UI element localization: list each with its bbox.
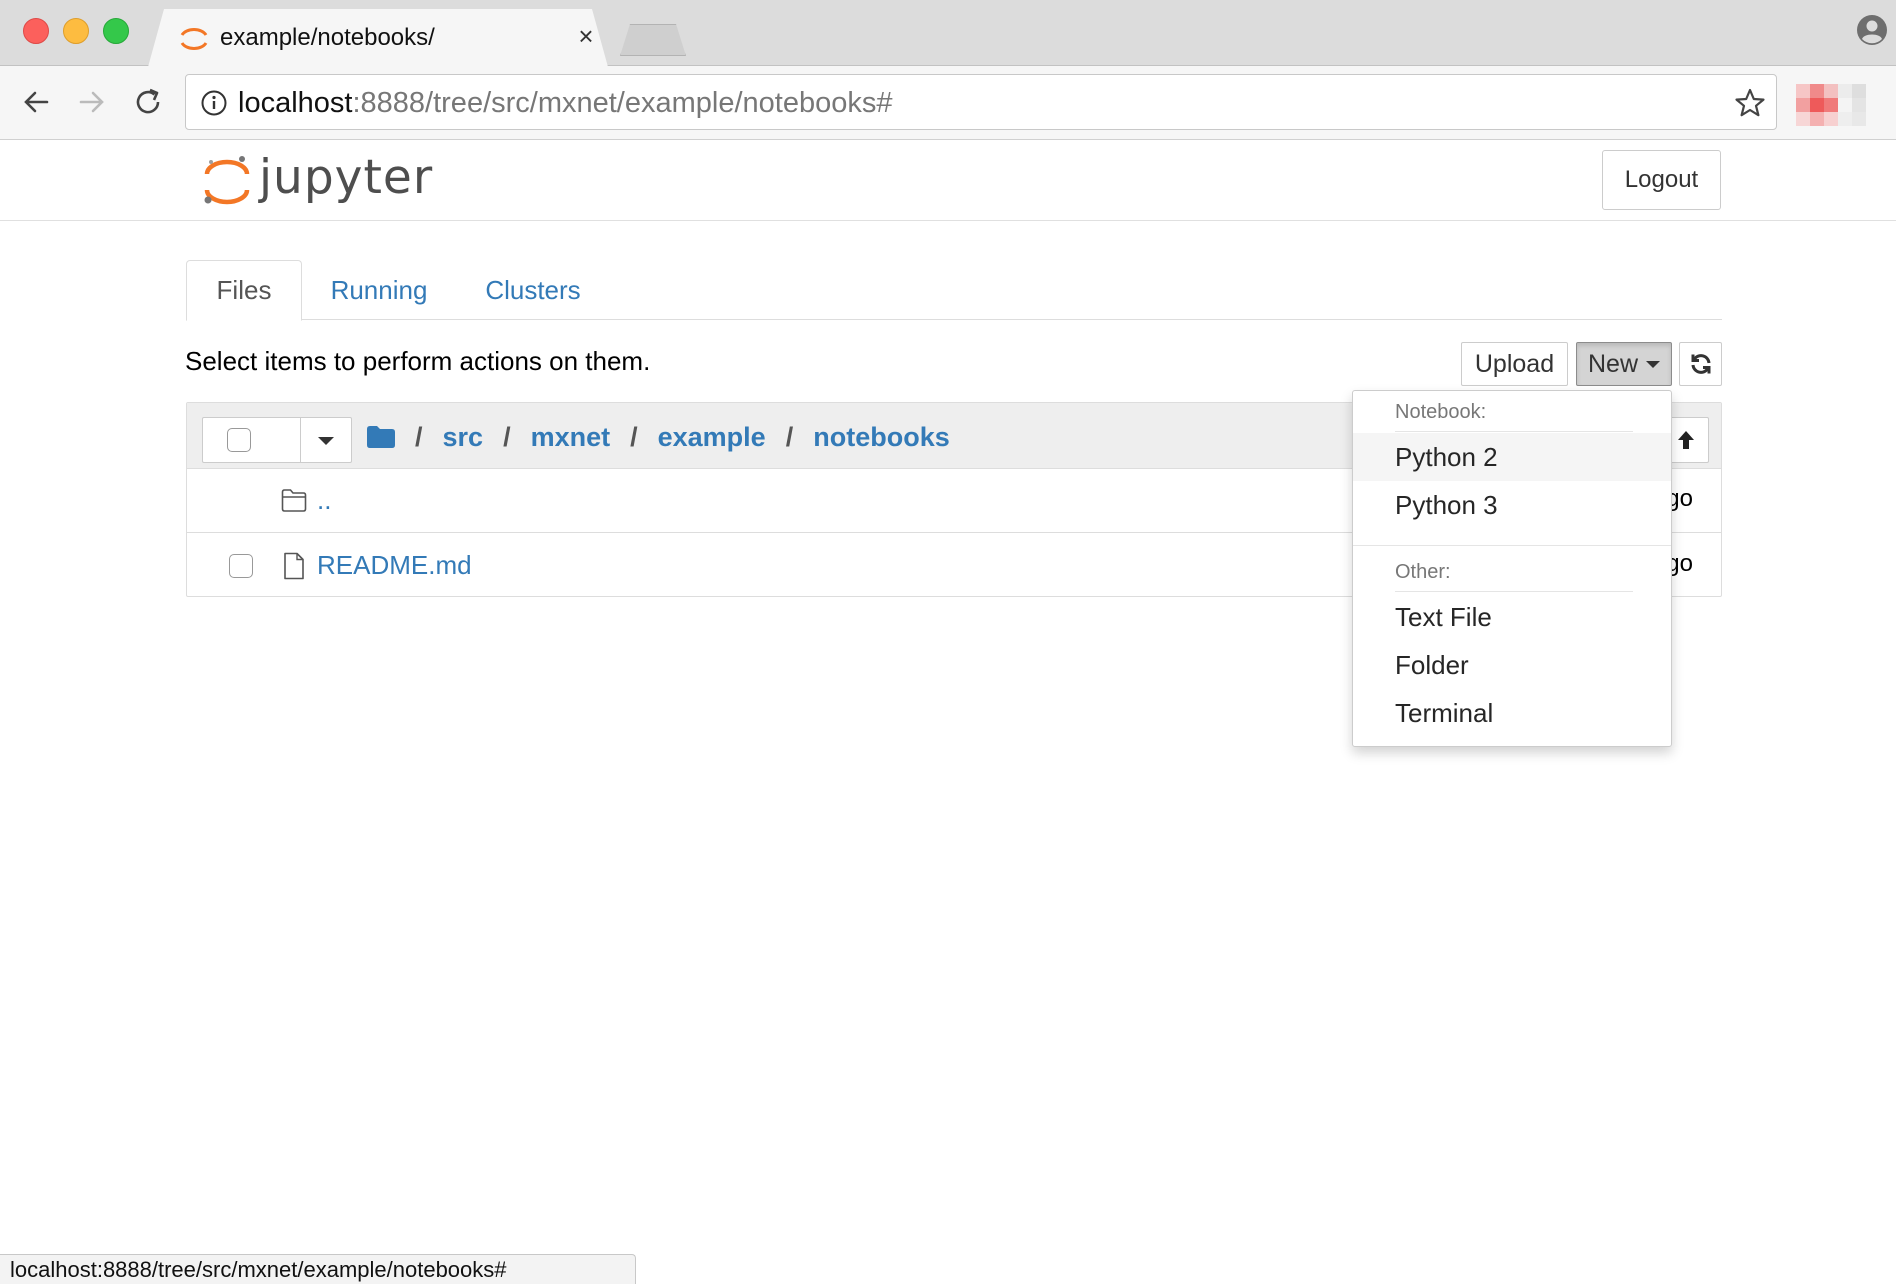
- browser-tab-title: example/notebooks/: [220, 24, 435, 51]
- breadcrumb-item-mxnet[interactable]: mxnet: [531, 422, 611, 453]
- breadcrumb-separator: /: [503, 421, 511, 452]
- folder-icon: [281, 489, 307, 512]
- url-text[interactable]: localhost:8888/tree/src/mxnet/example/no…: [238, 87, 893, 120]
- info-icon[interactable]: [200, 89, 228, 117]
- new-dropdown-menu: Notebook: Python 2 Python 3 Other: Text …: [1352, 390, 1672, 747]
- breadcrumb-item-src[interactable]: src: [443, 422, 484, 453]
- minimize-window-button[interactable]: [63, 18, 89, 44]
- refresh-icon: [1691, 354, 1710, 374]
- back-button[interactable]: [16, 82, 56, 122]
- menu-item-python-3[interactable]: Python 3: [1353, 481, 1671, 529]
- file-name-link[interactable]: README.md: [317, 550, 472, 581]
- new-button-label: New: [1587, 349, 1638, 378]
- notebook-menu-header: Notebook:: [1395, 401, 1487, 423]
- caret-down-icon: [1646, 360, 1660, 368]
- browser-toolbar: localhost:8888/tree/src/mxnet/example/no…: [0, 66, 1896, 140]
- jupyter-logo-icon: [204, 156, 250, 205]
- profile-icon[interactable]: [1856, 14, 1888, 46]
- new-tab-button[interactable]: [620, 24, 686, 56]
- tab-running[interactable]: Running: [304, 260, 454, 320]
- selection-hint: Select items to perform actions on them.: [185, 346, 651, 376]
- breadcrumb-item-notebooks[interactable]: notebooks: [813, 422, 950, 453]
- tab-files[interactable]: Files: [186, 260, 302, 321]
- dashboard-tabs: Files Running Clusters: [186, 260, 1722, 321]
- back-arrow-icon: [24, 91, 49, 113]
- address-bar[interactable]: localhost:8888/tree/src/mxnet/example/no…: [185, 74, 1777, 130]
- select-all-checkbox[interactable]: [227, 428, 251, 452]
- reload-icon: [136, 88, 160, 114]
- menu-divider: [1353, 545, 1671, 546]
- breadcrumb: / src / mxnet / example / notebooks: [367, 417, 950, 457]
- menu-item-python-2[interactable]: Python 2: [1353, 433, 1671, 481]
- close-window-button[interactable]: [23, 18, 49, 44]
- folder-home-icon[interactable]: [367, 426, 395, 448]
- file-checkbox[interactable]: [229, 554, 253, 578]
- select-box-divider: [300, 418, 301, 462]
- tab-close-icon[interactable]: ×: [573, 21, 599, 51]
- forward-arrow-icon: [79, 91, 104, 113]
- select-all-dropdown[interactable]: [202, 417, 352, 463]
- menu-rule: [1395, 431, 1633, 432]
- jupyter-favicon-icon: [180, 28, 208, 50]
- menu-item-text-file[interactable]: Text File: [1353, 593, 1671, 641]
- caret-down-icon[interactable]: [318, 437, 334, 445]
- url-path: :8888/tree/src/mxnet/example/notebooks#: [352, 87, 893, 119]
- url-host: localhost: [238, 87, 353, 119]
- upload-button[interactable]: Upload: [1461, 342, 1568, 386]
- breadcrumb-separator: /: [630, 421, 638, 452]
- refresh-button[interactable]: [1679, 342, 1722, 386]
- browser-tab[interactable]: example/notebooks/ ×: [148, 9, 608, 67]
- arrow-up-icon: [1678, 431, 1694, 449]
- bookmark-star-icon[interactable]: [1734, 87, 1766, 119]
- logout-button[interactable]: Logout: [1602, 150, 1721, 210]
- status-url-bubble: localhost:8888/tree/src/mxnet/example/no…: [0, 1254, 636, 1284]
- maximize-window-button[interactable]: [103, 18, 129, 44]
- file-name-link[interactable]: ..: [317, 485, 331, 516]
- jupyter-logo[interactable]: jupyter: [203, 150, 432, 212]
- new-dropdown-button[interactable]: New: [1576, 342, 1672, 386]
- browser-tab-bar: example/notebooks/ ×: [0, 0, 1896, 66]
- extension-icon[interactable]: [1796, 84, 1880, 126]
- tab-clusters[interactable]: Clusters: [458, 260, 608, 320]
- file-icon: [284, 552, 304, 580]
- breadcrumb-item-example[interactable]: example: [658, 422, 766, 453]
- other-menu-header: Other:: [1395, 561, 1451, 583]
- menu-item-folder[interactable]: Folder: [1353, 641, 1671, 689]
- menu-item-terminal[interactable]: Terminal: [1353, 689, 1671, 737]
- menu-rule: [1395, 591, 1633, 592]
- jupyter-logo-text: jupyter: [259, 150, 434, 205]
- reload-button[interactable]: [128, 82, 168, 122]
- breadcrumb-separator: /: [415, 421, 423, 452]
- jupyter-header: jupyter Logout: [0, 140, 1896, 221]
- forward-button[interactable]: [72, 82, 112, 122]
- breadcrumb-separator: /: [785, 421, 794, 452]
